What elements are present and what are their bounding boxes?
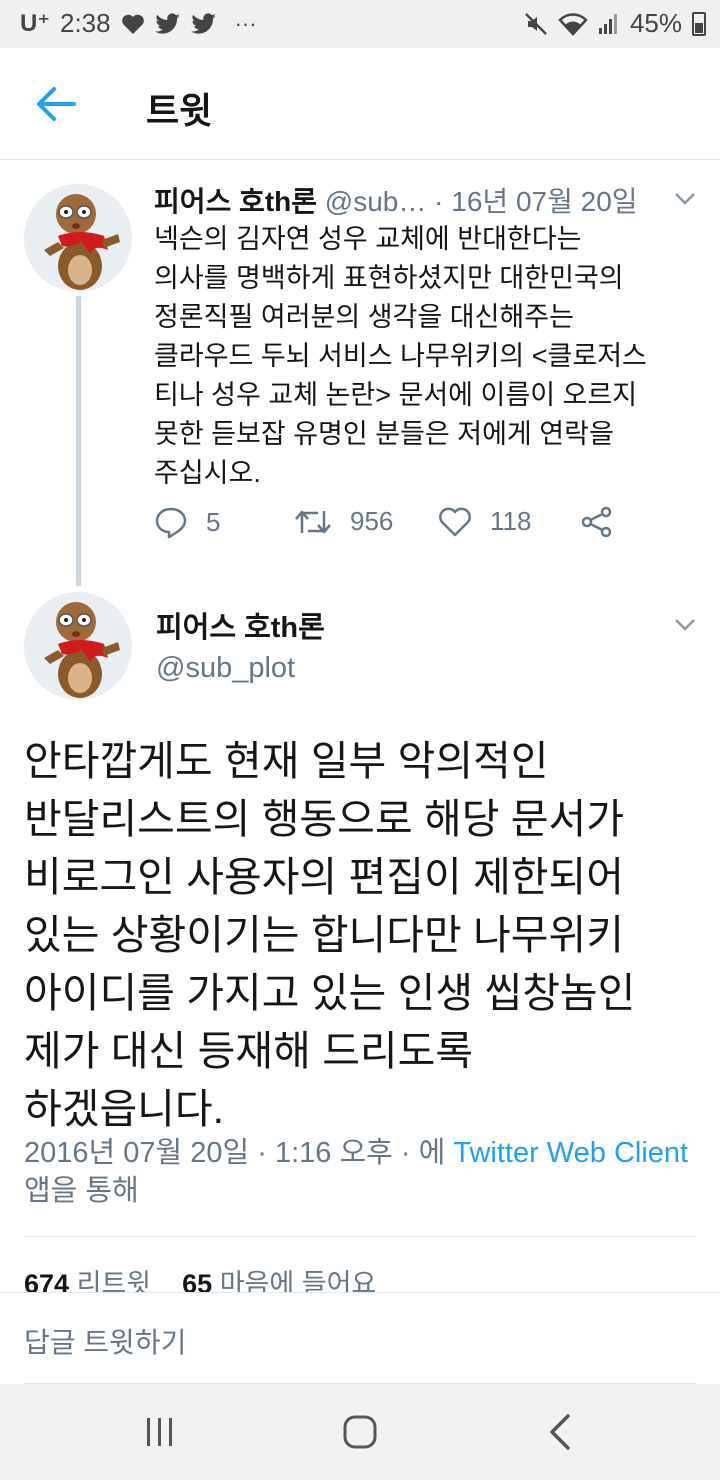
main-tweet-text: 안타깝게도 현재 일부 악의적인 반달리스트의 행동으로 해당 문서가 비로그인… bbox=[24, 738, 636, 1132]
reply-input[interactable]: 답글 트윗하기 bbox=[24, 1321, 186, 1361]
parent-handle[interactable]: @sub… bbox=[325, 186, 427, 217]
parent-date: · 16년 07월 20일 bbox=[434, 186, 638, 217]
share-button[interactable] bbox=[580, 506, 614, 538]
chevron-down-icon bbox=[675, 619, 695, 631]
recent-apps-icon bbox=[147, 1418, 172, 1446]
retweet-button[interactable]: 956 bbox=[294, 506, 393, 537]
main-tweet-menu-button[interactable] bbox=[674, 612, 696, 638]
parent-tweet-menu-button[interactable] bbox=[674, 186, 696, 212]
retweet-total-label[interactable]: 리트윗 bbox=[77, 1269, 152, 1292]
page-title: 트윗 bbox=[146, 90, 213, 131]
like-total-label[interactable]: 마음에 들어요 bbox=[220, 1269, 377, 1292]
avatar[interactable] bbox=[24, 184, 132, 292]
parent-tweet-text: 넥슨의 김자연 성우 교체에 반대한다는 의사를 명백하게 표현하셨지만 대한민… bbox=[154, 224, 647, 488]
parent-tweet-header: 피어스 호th론 @sub… · 16년 07월 20일 bbox=[154, 180, 674, 220]
retweet-count: 956 bbox=[350, 506, 394, 536]
clock: 2:38 bbox=[60, 8, 111, 38]
avatar[interactable] bbox=[24, 592, 132, 700]
main-handle[interactable]: @sub_plot bbox=[156, 652, 295, 685]
reply-bar: 답글 트윗하기 bbox=[0, 1292, 720, 1384]
more-notifications-icon: ··· bbox=[234, 10, 257, 36]
carrier-label: U⁺ bbox=[20, 10, 50, 37]
parent-display-name[interactable]: 피어스 호th론 bbox=[154, 186, 317, 217]
recent-apps-button[interactable] bbox=[140, 1412, 184, 1452]
signal-icon bbox=[598, 13, 617, 34]
heart-outline-icon bbox=[439, 507, 471, 536]
top-app-bar: 트윗 bbox=[0, 48, 720, 160]
system-nav-bar bbox=[0, 1384, 720, 1480]
status-bar: U⁺ 2:38 ··· 45% bbox=[0, 0, 720, 48]
thread-line bbox=[76, 296, 81, 586]
back-arrow-icon bbox=[37, 87, 76, 121]
twitter-bird-icon bbox=[190, 12, 216, 34]
main-display-name[interactable]: 피어스 호th론 bbox=[156, 604, 325, 646]
via-suffix: 앱을 통해 bbox=[24, 1175, 139, 1207]
battery-level: 45% bbox=[629, 8, 682, 38]
tweet-timestamp: 2016년 07월 20일 · 1:16 오후 · 에 bbox=[24, 1137, 454, 1169]
reply-button[interactable]: 5 bbox=[154, 506, 220, 538]
back-icon bbox=[550, 1414, 570, 1450]
battery-icon bbox=[692, 11, 706, 36]
twitter-bird-icon bbox=[154, 12, 180, 34]
like-button[interactable]: 118 bbox=[438, 506, 531, 537]
engagement-stats: 674 리트윗 65 마음에 들어요 bbox=[24, 1262, 376, 1292]
avatar-image bbox=[24, 592, 132, 700]
chevron-down-icon bbox=[675, 193, 695, 205]
like-total[interactable]: 65 bbox=[182, 1269, 212, 1292]
home-button[interactable] bbox=[340, 1412, 384, 1452]
retweet-total[interactable]: 674 bbox=[24, 1269, 69, 1292]
home-icon bbox=[343, 1415, 377, 1449]
client-link[interactable]: Twitter Web Client bbox=[453, 1137, 688, 1169]
reply-icon bbox=[155, 507, 187, 538]
parent-tweet-actions: 5 956 118 bbox=[154, 506, 634, 554]
tweet-metadata: 2016년 07월 20일 · 1:16 오후 · 에 Twitter Web … bbox=[24, 1134, 714, 1210]
wifi-icon bbox=[558, 12, 588, 36]
back-button[interactable] bbox=[34, 84, 78, 124]
reply-count: 5 bbox=[206, 506, 221, 537]
share-icon bbox=[581, 506, 612, 538]
system-back-button[interactable] bbox=[540, 1412, 584, 1452]
retweet-icon bbox=[295, 510, 331, 533]
avatar-image bbox=[24, 184, 132, 292]
mute-icon bbox=[525, 12, 547, 35]
heart-icon bbox=[121, 14, 144, 34]
divider bbox=[24, 1236, 696, 1237]
like-count: 118 bbox=[490, 506, 532, 536]
